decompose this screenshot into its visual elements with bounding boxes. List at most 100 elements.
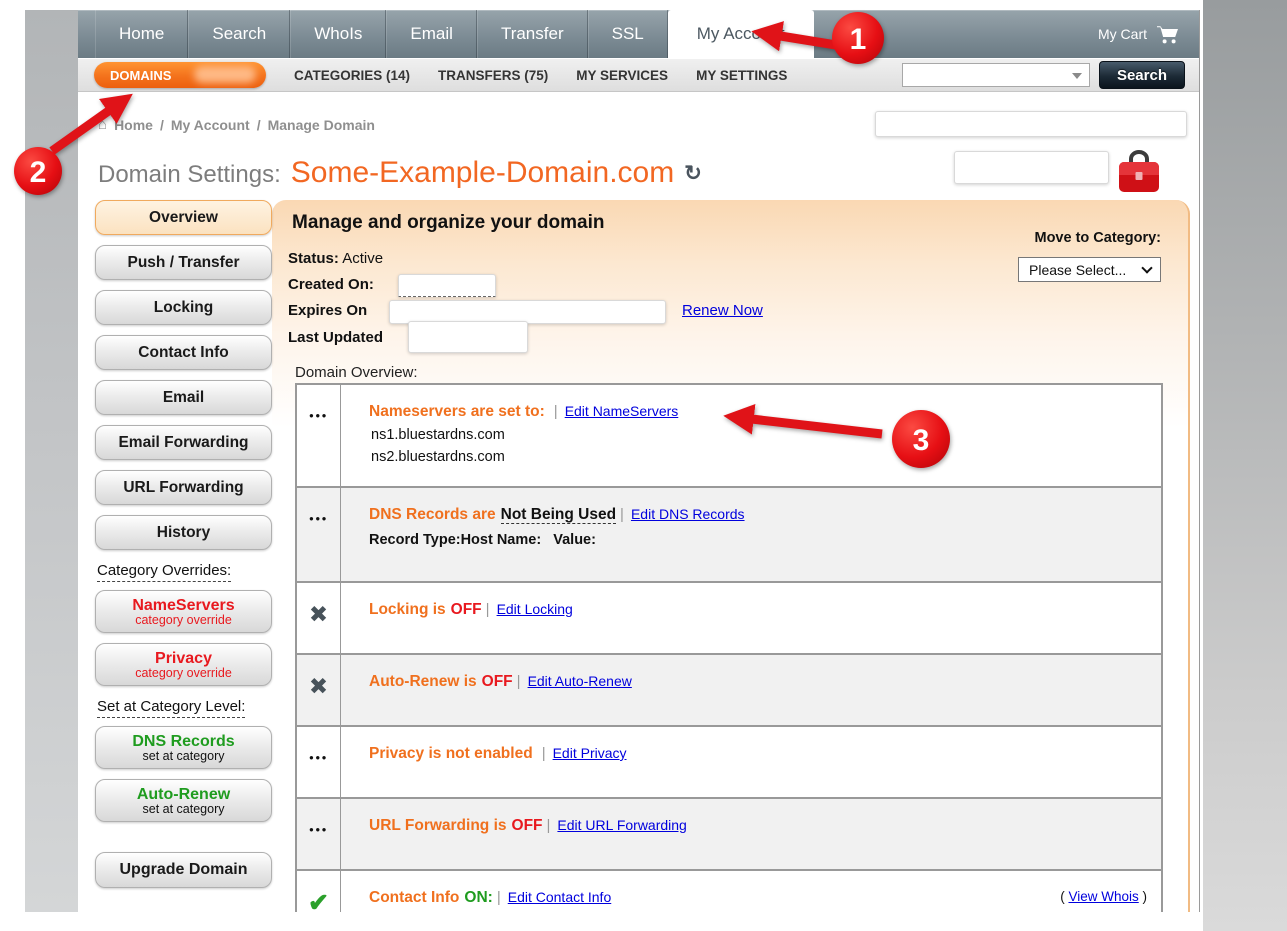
view-whois-link[interactable]: View Whois (1068, 889, 1138, 904)
content-panel: Manage and organize your domain Move to … (272, 200, 1190, 912)
category-overrides-label: Category Overrides: (97, 562, 272, 580)
check-icon: ✔ (308, 891, 329, 912)
row-auto-renew: ✖ Auto-Renew isOFF|Edit Auto-Renew (297, 653, 1161, 725)
nameserver-1: ns1.bluestardns.com (371, 427, 1149, 443)
auto-renew-status: OFF (482, 673, 513, 690)
subnav-item-my-settings[interactable]: MY SETTINGS (696, 68, 787, 83)
subnav-item-categories[interactable]: CATEGORIES (14) (294, 68, 410, 83)
combobox-dropdown-arrow-icon (1072, 73, 1082, 79)
search-button[interactable]: Search (1099, 61, 1185, 89)
expires-on-line: Expires On (288, 302, 367, 319)
page-title-prefix: Domain Settings: (98, 161, 281, 189)
tab-search[interactable]: Search (188, 10, 290, 58)
row-title: DNS Records are (369, 506, 496, 523)
sidebar-tab-email-forwarding[interactable]: Email Forwarding (95, 425, 272, 460)
left-gutter (25, 10, 78, 912)
subnav-item-transfers[interactable]: TRANSFERS (75) (438, 68, 548, 83)
row-title: Privacy is not enabled (369, 745, 533, 762)
url-forwarding-status: OFF (512, 817, 543, 834)
row-url-forwarding: ●●● URL Forwarding isOFF|Edit URL Forwar… (297, 797, 1161, 869)
last-updated-line: Last Updated (288, 329, 383, 346)
breadcrumb-my-account[interactable]: My Account (171, 117, 250, 133)
edit-locking-link[interactable]: Edit Locking (497, 601, 573, 617)
row-title: Contact Info (369, 889, 459, 906)
tab-my-account[interactable]: My Account (668, 10, 814, 58)
tab-ssl[interactable]: SSL (588, 10, 668, 58)
search-combobox[interactable] (902, 63, 1090, 87)
row-contact-info: ✔ Contact InfoON:|Edit Contact Info ( Vi… (297, 869, 1161, 912)
breadcrumb-separator: / (257, 117, 261, 133)
domain-overview-table: ●●● Nameservers are set to:|Edit NameSer… (295, 383, 1163, 912)
sidebar-tab-locking[interactable]: Locking (95, 290, 272, 325)
breadcrumb-separator: / (160, 117, 164, 133)
domain-overview-label: Domain Overview: (295, 364, 418, 381)
contact-info-status: ON: (464, 889, 492, 906)
upgrade-domain-button[interactable]: Upgrade Domain (95, 852, 272, 888)
redacted-field-title-row (954, 151, 1109, 184)
home-icon: ⌂ (98, 116, 107, 133)
select-chevron-icon (1141, 262, 1152, 273)
edit-auto-renew-link[interactable]: Edit Auto-Renew (528, 673, 632, 689)
dns-status: Not Being Used (501, 506, 616, 524)
sidebar-category-auto-renew[interactable]: Auto-Renew set at category (95, 779, 272, 822)
x-icon: ✖ (309, 675, 328, 698)
edit-url-forwarding-link[interactable]: Edit URL Forwarding (557, 817, 686, 833)
category-select-value: Please Select... (1029, 262, 1126, 278)
edit-nameservers-link[interactable]: Edit NameServers (565, 403, 679, 419)
nameserver-2: ns2.bluestardns.com (371, 449, 1149, 465)
tab-email[interactable]: Email (386, 10, 477, 58)
row-nameservers: ●●● Nameservers are set to:|Edit NameSer… (297, 385, 1161, 486)
sidebar-tab-history[interactable]: History (95, 515, 272, 550)
subnav-item-my-services[interactable]: MY SERVICES (576, 68, 668, 83)
subnav-item-domains[interactable]: DOMAINS (94, 62, 266, 88)
created-on-line: Created On: (288, 276, 374, 293)
edit-privacy-link[interactable]: Edit Privacy (553, 745, 627, 761)
page-title-domain: Some-Example-Domain.com (291, 156, 674, 190)
edit-dns-records-link[interactable]: Edit DNS Records (631, 506, 745, 522)
move-to-category-label: Move to Category: (1035, 230, 1162, 246)
locking-status: OFF (451, 601, 482, 618)
x-icon: ✖ (309, 603, 328, 626)
sidebar-tab-push-transfer[interactable]: Push / Transfer (95, 245, 272, 280)
page-title: Domain Settings: Some-Example-Domain.com… (98, 156, 702, 190)
dots-icon: ●●● (309, 819, 328, 834)
toolbox-icon[interactable] (1116, 147, 1162, 197)
row-title: Locking is (369, 601, 446, 618)
tab-whois[interactable]: WhoIs (290, 10, 386, 58)
sidebar: Overview Push / Transfer Locking Contact… (95, 200, 272, 898)
my-cart-button[interactable]: My Cart (1098, 10, 1179, 58)
status-value: Active (342, 250, 383, 267)
redacted-updated-date (408, 321, 528, 353)
dots-icon: ●●● (309, 508, 328, 523)
sidebar-override-privacy[interactable]: Privacy category override (95, 643, 272, 686)
category-select[interactable]: Please Select... (1018, 257, 1161, 282)
page: Home Search WhoIs Email Transfer SSL My … (78, 10, 1200, 912)
dots-icon: ●●● (309, 747, 328, 762)
sub-navigation: DOMAINS CATEGORIES (14) TRANSFERS (75) M… (78, 58, 1199, 92)
redacted-field-top (875, 111, 1187, 137)
content-heading: Manage and organize your domain (292, 212, 605, 234)
sidebar-tab-email[interactable]: Email (95, 380, 272, 415)
breadcrumb-home[interactable]: Home (114, 117, 153, 133)
breadcrumb-manage-domain: Manage Domain (268, 117, 375, 133)
row-dns-records: ●●● DNS Records areNot Being Used|Edit D… (297, 486, 1161, 581)
refresh-icon[interactable]: ↻ (684, 161, 702, 186)
tab-home[interactable]: Home (95, 10, 188, 58)
domains-redaction-smudge (194, 66, 256, 83)
renew-now-link[interactable]: Renew Now (682, 302, 763, 319)
dns-record-headers: Record Type:Host Name: Value: (369, 532, 1149, 548)
sidebar-tab-contact-info[interactable]: Contact Info (95, 335, 272, 370)
row-title: Auto-Renew is (369, 673, 477, 690)
edit-contact-info-link[interactable]: Edit Contact Info (508, 889, 612, 905)
screen: Home Search WhoIs Email Transfer SSL My … (0, 0, 1287, 931)
breadcrumb: ⌂ Home / My Account / Manage Domain (98, 116, 375, 133)
sidebar-category-dns-records[interactable]: DNS Records set at category (95, 726, 272, 769)
sidebar-tab-overview[interactable]: Overview (95, 200, 272, 235)
tab-transfer[interactable]: Transfer (477, 10, 588, 58)
sidebar-override-nameservers[interactable]: NameServers category override (95, 590, 272, 633)
right-gutter (1203, 0, 1287, 931)
row-locking: ✖ Locking isOFF|Edit Locking (297, 581, 1161, 653)
row-title: URL Forwarding is (369, 817, 507, 834)
dots-icon: ●●● (309, 405, 328, 420)
sidebar-tab-url-forwarding[interactable]: URL Forwarding (95, 470, 272, 505)
